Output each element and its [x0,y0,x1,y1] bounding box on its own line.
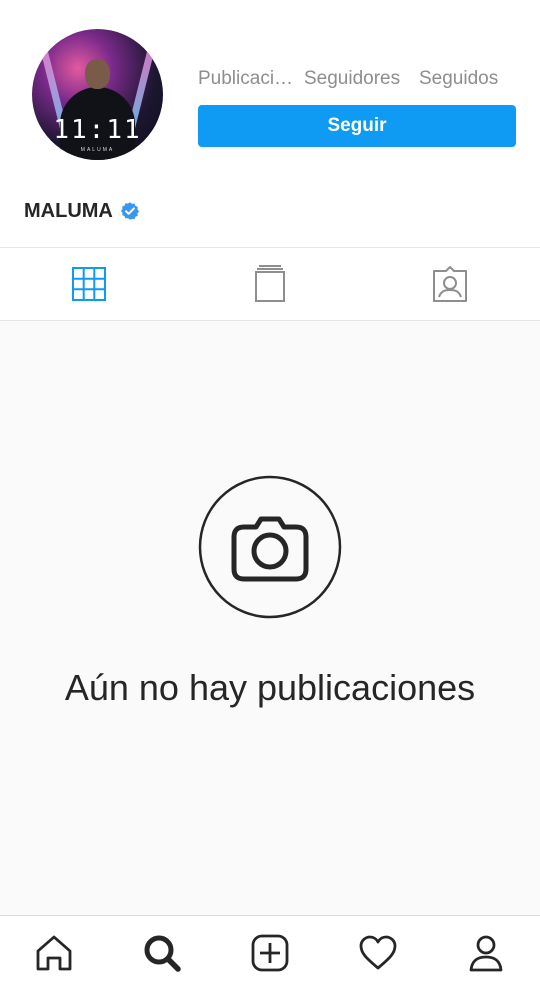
stat-following[interactable]: Seguidos [419,68,516,90]
nav-activity[interactable] [324,916,432,989]
verified-badge-icon [120,202,139,220]
search-icon [144,935,181,972]
avatar-album-artist: MALUMA [80,147,115,153]
nav-profile[interactable] [432,916,540,989]
stat-posts[interactable]: Publicaciones [198,68,298,90]
bottom-navigation [0,915,540,989]
profile-stats: Publicaciones Seguidores Seguidos [198,68,516,92]
home-icon [36,935,72,970]
camera-icon [198,475,342,619]
profile-header: 11:11 MALUMA Publicaciones Seguidores Se… [0,0,540,248]
avatar-figure-head [85,59,110,89]
tab-grid[interactable] [0,248,179,320]
profile-icon [469,935,503,971]
username-row: MALUMA [24,198,140,224]
nav-home[interactable] [0,916,108,989]
profile-username: MALUMA [24,199,113,222]
empty-state: Aún no hay publicaciones [0,321,540,915]
profile-avatar[interactable]: 11:11 MALUMA [32,29,163,160]
nav-add[interactable] [216,916,324,989]
heart-icon [359,935,397,969]
guide-icon [255,265,285,302]
nav-search[interactable] [108,916,216,989]
profile-tabs [0,248,540,321]
follow-button[interactable]: Seguir [198,105,516,147]
add-post-icon [251,934,289,971]
tab-tagged[interactable] [360,248,540,320]
empty-state-message: Aún no hay publicaciones [64,667,476,708]
tab-guide[interactable] [180,248,360,320]
grid-icon [72,267,106,301]
avatar-album-title: 11:11 [53,115,142,145]
stat-followers[interactable]: Seguidores [304,68,412,90]
tagged-person-icon [433,266,467,302]
